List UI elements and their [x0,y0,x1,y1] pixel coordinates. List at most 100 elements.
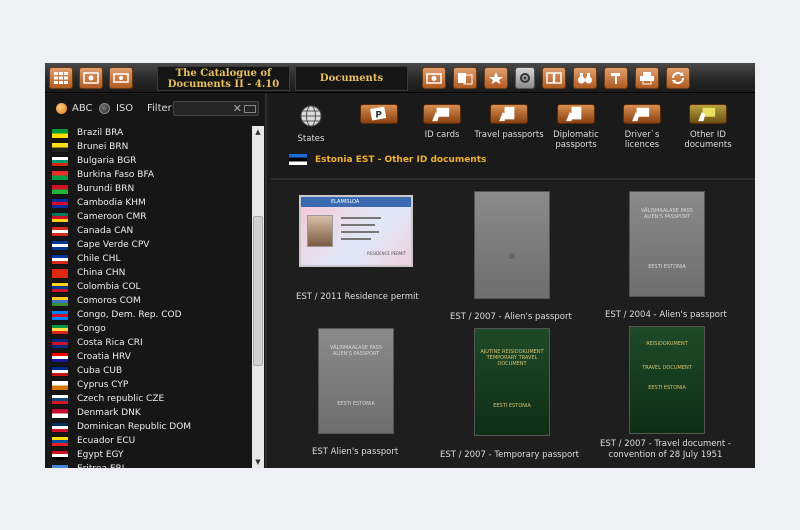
id-photo-button[interactable] [79,67,103,89]
flag-icon [51,407,69,419]
flag-icon [51,225,69,237]
favorites-button[interactable] [484,67,508,89]
permit-subtitle: RESIDENCE PERMIT [367,251,407,256]
country-item[interactable]: Congo, Dem. Rep. COD [51,308,251,322]
document-view-button[interactable] [109,67,133,89]
scan-button[interactable] [422,67,446,89]
country-label: Congo [77,324,106,334]
abc-radio[interactable] [56,103,67,114]
country-item[interactable]: Czech republic CZE [51,392,251,406]
country-item[interactable]: Dominican Republic DOM [51,420,251,434]
country-item[interactable]: Denmark DNK [51,406,251,420]
filter-label: Filter [147,103,172,114]
document-thumbnail[interactable]: VÄLISMAALASE PASS ALIEN'S PASSPORT EESTI… [629,191,705,297]
hammer-icon [611,73,620,84]
abc-radio-label: ABC [72,103,93,114]
cover-country: EESTI ESTONIA [493,403,531,409]
country-item[interactable]: Egypt EGY [51,448,251,462]
category-parking[interactable]: P [344,104,414,130]
keyboard-icon[interactable] [244,105,256,113]
scroll-up-icon[interactable]: ▲ [252,126,264,138]
document-thumbnail[interactable]: VÄLISMAALASE PASS ALIEN'S PASSPORT EESTI… [318,328,394,434]
iso-radio[interactable] [99,103,110,114]
cover-country: EESTI ESTONIA [648,385,686,391]
country-item[interactable]: Bulgaria BGR [51,154,251,168]
document-thumbnail[interactable]: ELAMISLOA RESIDENCE PERMIT [299,195,413,267]
flag-icon [51,169,69,181]
country-list: Brazil BRA Brunei BRN Bulgaria BGR Burkina … [51,126,251,468]
filter-bar: ABC ISO Filter ✕ [45,94,267,122]
compare-button[interactable] [453,67,477,89]
country-label: Comoros COM [77,296,141,306]
scrollbar-thumb[interactable] [253,216,263,366]
document-thumbnail[interactable]: REISIDOKUMENT TRAVEL DOCUMENT EESTI ESTO… [629,326,705,434]
cover-country: EESTI ESTONIA [337,401,375,407]
document-icon [113,73,129,83]
category-states[interactable]: States [276,104,346,144]
category-other-id-documents[interactable]: Other ID documents [673,104,743,150]
flag-icon [51,127,69,139]
breadcrumb-text: Estonia EST - Other ID documents [315,154,487,165]
country-item[interactable]: Ecuador ECU [51,434,251,448]
category-diplomatic-passports[interactable]: Diplomatic passports [541,104,611,150]
document-caption: EST / 2007 - Travel document - conventio… [598,439,733,461]
country-label: Congo, Dem. Rep. COD [77,310,182,320]
country-item[interactable]: Brazil BRA [51,126,251,140]
print-button[interactable] [635,67,659,89]
sync-button[interactable] [666,67,690,89]
cover-subtitle: ALIEN'S PASSPORT [643,214,691,220]
country-item[interactable]: Costa Rica CRI [51,336,251,350]
country-item[interactable]: Croatia HRV [51,350,251,364]
document-caption: EST / 2011 Residence permit [296,292,419,302]
document-thumbnail[interactable]: AJUTINE REISIDOKUMENT TEMPORARY TRAVEL D… [474,328,550,436]
category-travel-passports[interactable]: Travel passports [474,104,544,140]
filter-input[interactable]: ✕ [173,101,259,116]
country-item[interactable]: Burundi BRN [51,182,251,196]
country-item[interactable]: Cyprus CYP [51,378,251,392]
book-button[interactable] [542,67,566,89]
clear-filter-icon[interactable]: ✕ [233,102,242,115]
country-item[interactable]: Cuba CUB [51,364,251,378]
country-label: Cape Verde CPV [77,240,150,250]
country-label: Cuba CUB [77,366,123,376]
scroll-down-icon[interactable]: ▼ [252,456,264,468]
country-item[interactable]: China CHN [51,266,251,280]
iso-radio-label: ISO [116,103,134,114]
country-item[interactable]: Eritrea ERI [51,462,251,468]
holder-photo [307,215,333,247]
country-item[interactable]: Canada CAN [51,224,251,238]
category-drivers-licences[interactable]: Driver`s licences [607,104,677,150]
country-item[interactable]: Brunei BRN [51,140,251,154]
flag-icon [51,323,69,335]
app-window: The Catalogue of Documents II - 4.10 Doc… [45,63,755,468]
app-title-line1: The Catalogue of [175,68,272,79]
settings-button[interactable] [515,67,535,89]
country-item[interactable]: Cameroon CMR [51,210,251,224]
tools-button[interactable] [604,67,628,89]
flag-icon [51,211,69,223]
country-item[interactable]: Chile CHL [51,252,251,266]
binoculars-icon [578,73,592,84]
country-item[interactable]: Burkina Faso BFA [51,168,251,182]
country-list-scrollbar[interactable]: ▲ ▼ [252,126,264,468]
flag-icon [51,141,69,153]
printer-icon [640,72,654,85]
category-id-cards[interactable]: ID cards [407,104,477,140]
country-item[interactable]: Congo [51,322,251,336]
flag-icon [51,155,69,167]
country-item[interactable]: Colombia COL [51,280,251,294]
country-label: Cambodia KHM [77,198,146,208]
country-item[interactable]: Comoros COM [51,294,251,308]
flag-icon [51,393,69,405]
grid-icon [54,72,68,84]
cover-subtitle: ALIEN'S PASSPORT [332,351,380,357]
binoculars-button[interactable] [573,67,597,89]
country-label: Dominican Republic DOM [77,422,192,432]
country-label: Bulgaria BGR [77,156,137,166]
flag-icon [51,421,69,433]
country-item[interactable]: Cape Verde CPV [51,238,251,252]
grid-menu-button[interactable] [49,67,73,89]
country-item[interactable]: Cambodia KHM [51,196,251,210]
flag-icon [51,253,69,265]
document-thumbnail[interactable]: ⬛ [474,191,550,299]
